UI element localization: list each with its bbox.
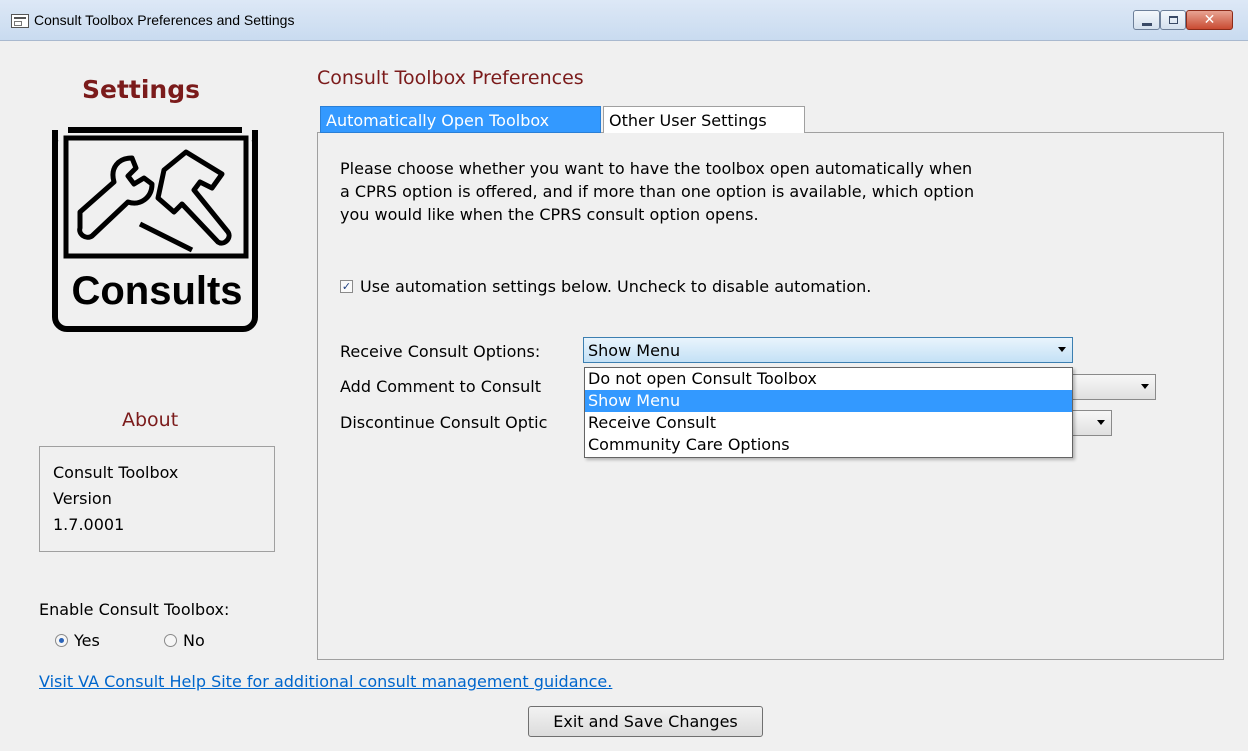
dropdown-option[interactable]: Do not open Consult Toolbox	[585, 368, 1072, 390]
about-version-label: Version	[53, 489, 112, 508]
chevron-down-icon	[1058, 347, 1066, 352]
dropdown-option-selected[interactable]: Show Menu	[585, 390, 1072, 412]
hammer-icon	[155, 149, 232, 246]
consults-logo: Consults	[52, 124, 264, 332]
minimize-icon	[1142, 23, 1152, 26]
receive-consult-dropdown: Do not open Consult Toolbox Show Menu Re…	[584, 367, 1073, 458]
description-line: Please choose whether you want to have t…	[340, 159, 973, 178]
enable-toolbox-label: Enable Consult Toolbox:	[39, 600, 230, 619]
add-comment-select[interactable]	[1062, 374, 1156, 400]
about-heading: About	[122, 409, 179, 431]
settings-heading: Settings	[82, 75, 201, 104]
window-title: Consult Toolbox Preferences and Settings	[34, 12, 295, 28]
description-line: you would like when the CPRS consult opt…	[340, 205, 759, 224]
radio-unselected-icon	[164, 634, 177, 647]
dropdown-option[interactable]: Receive Consult	[585, 412, 1072, 434]
enable-no-label: No	[183, 631, 205, 650]
receive-consult-value: Show Menu	[588, 341, 681, 360]
enable-yes-radio[interactable]: Yes	[55, 631, 100, 650]
preferences-heading: Consult Toolbox Preferences	[317, 67, 584, 89]
chevron-down-icon	[1141, 384, 1149, 389]
automation-checkbox[interactable]: ✓ Use automation settings below. Uncheck…	[340, 277, 871, 296]
title-bar: Consult Toolbox Preferences and Settings…	[0, 0, 1248, 41]
logo-label: Consults	[71, 269, 242, 313]
enable-no-radio[interactable]: No	[164, 631, 205, 650]
receive-consult-select[interactable]: Show Menu	[583, 337, 1073, 363]
maximize-button[interactable]	[1160, 10, 1186, 30]
description-line: a CPRS option is offered, and if more th…	[340, 182, 975, 201]
maximize-icon	[1169, 16, 1178, 24]
automation-checkbox-label: Use automation settings below. Uncheck t…	[360, 277, 872, 296]
about-box: Consult Toolbox Version 1.7.0001	[39, 446, 275, 552]
enable-yes-label: Yes	[74, 631, 100, 650]
discontinue-consult-label: Discontinue Consult Optic	[340, 413, 548, 432]
receive-consult-label: Receive Consult Options:	[340, 342, 541, 361]
tab-automatically-open-toolbox[interactable]: Automatically Open Toolbox	[320, 106, 601, 133]
app-icon	[11, 14, 29, 28]
about-version-number: 1.7.0001	[53, 515, 125, 534]
chevron-down-icon	[1097, 420, 1105, 425]
close-icon: ✕	[1203, 12, 1216, 28]
about-product-name: Consult Toolbox	[53, 463, 179, 482]
exit-save-button[interactable]: Exit and Save Changes	[528, 706, 763, 737]
help-site-link[interactable]: Visit VA Consult Help Site for additiona…	[39, 672, 612, 691]
minimize-button[interactable]	[1133, 10, 1160, 30]
add-comment-label: Add Comment to Consult	[340, 377, 541, 396]
close-button[interactable]: ✕	[1186, 10, 1233, 30]
dropdown-option[interactable]: Community Care Options	[585, 434, 1072, 456]
tab-other-user-settings[interactable]: Other User Settings	[603, 106, 805, 133]
checkmark-icon: ✓	[340, 280, 353, 293]
radio-selected-icon	[55, 634, 68, 647]
